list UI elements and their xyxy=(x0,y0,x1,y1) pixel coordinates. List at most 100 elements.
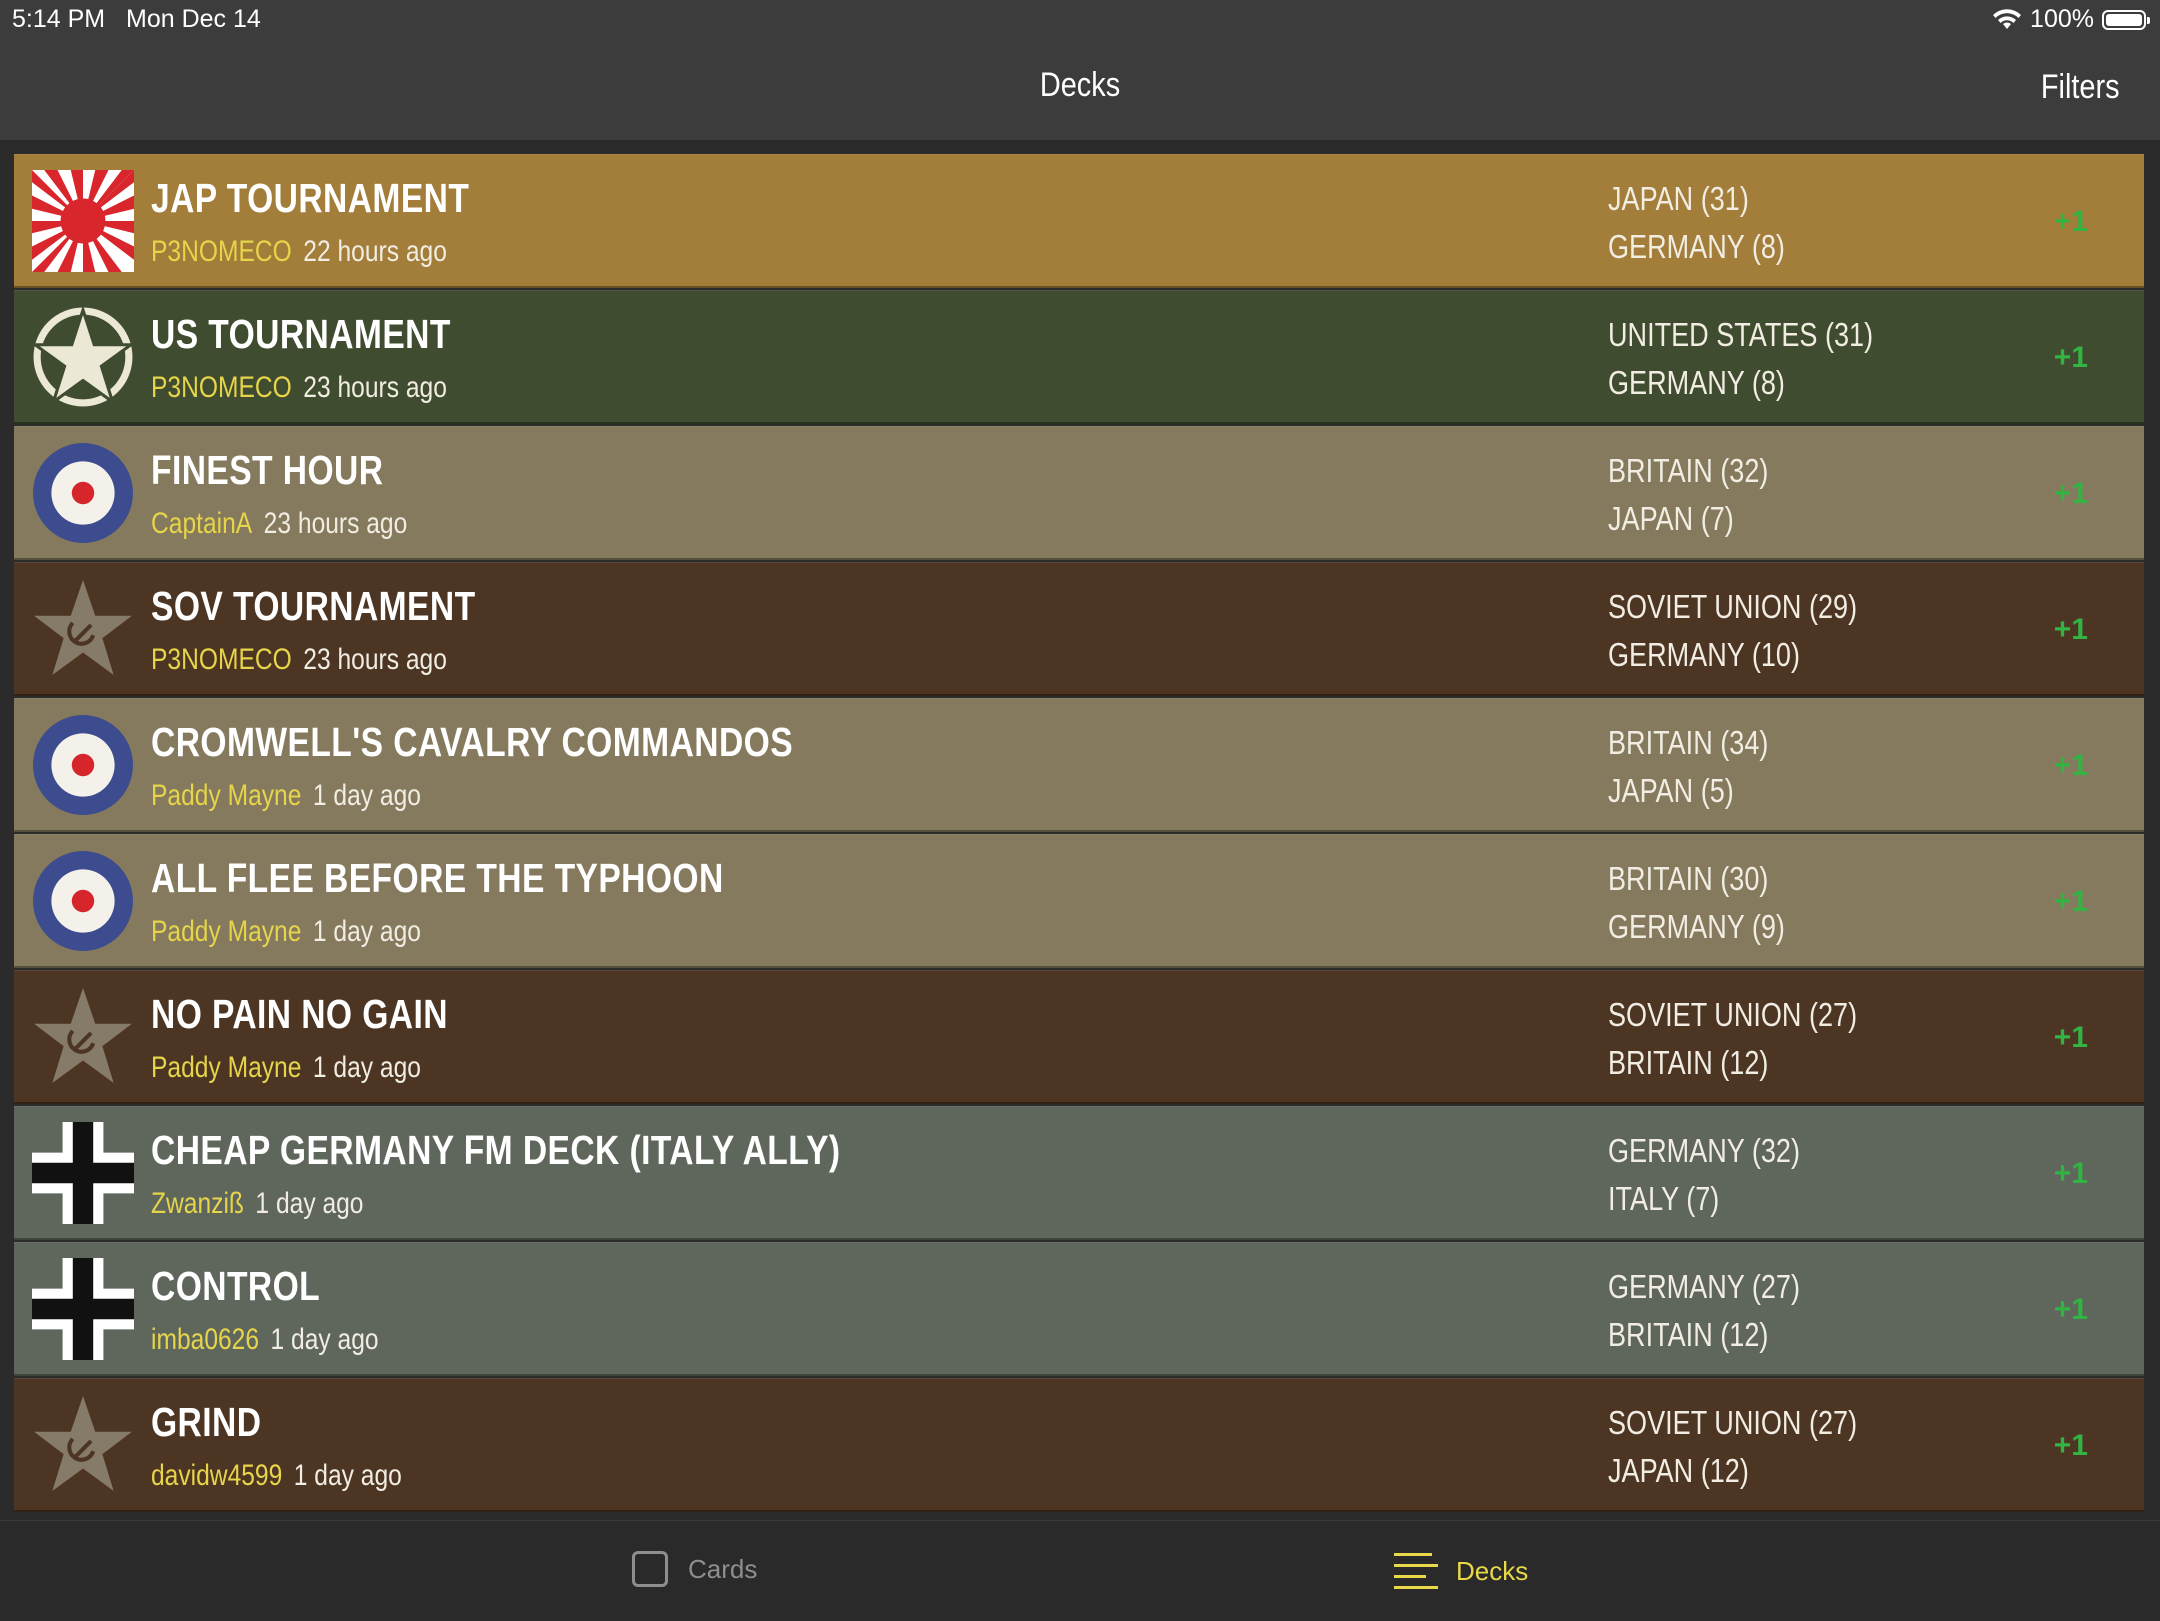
deck-author[interactable]: P3NOMECO xyxy=(151,643,292,676)
deck-age: 23 hours ago xyxy=(303,643,447,676)
vote-count: +1 xyxy=(2053,1429,2088,1462)
deck-meta: P3NOMECO 22 hours ago xyxy=(151,235,447,269)
deck-age: 1 day ago xyxy=(312,1051,421,1084)
deck-name: CHEAP GERMANY FM DECK (ITALY ALLY) xyxy=(151,1127,841,1173)
deck-row[interactable]: FINEST HOUR CaptainA 23 hours ago BRITAIN… xyxy=(14,426,2144,560)
deck-name: SOV TOURNAMENT xyxy=(151,583,476,629)
japan-rising-sun-icon xyxy=(32,170,134,272)
deck-name: ALL FLEE BEFORE THE TYPHOON xyxy=(151,855,724,901)
tab-label: Decks xyxy=(1456,1555,1529,1586)
primary-faction: BRITAIN (34) xyxy=(1608,724,1769,761)
vote-count: +1 xyxy=(2053,1021,2088,1054)
ally-faction: BRITAIN (12) xyxy=(1608,1044,1769,1081)
vote-count: +1 xyxy=(2053,477,2088,510)
deck-row[interactable]: CROMWELL'S CAVALRY COMMANDOS Paddy Mayne… xyxy=(14,698,2144,832)
primary-faction: UNITED STATES (31) xyxy=(1608,316,1874,353)
list-lines-icon xyxy=(1394,1553,1438,1589)
deck-author[interactable]: P3NOMECO xyxy=(151,235,292,268)
deck-name: GRIND xyxy=(151,1399,262,1445)
deck-author[interactable]: Paddy Mayne xyxy=(151,1051,301,1084)
deck-age: 1 day ago xyxy=(270,1323,379,1356)
filters-button[interactable]: Filters xyxy=(2041,68,2120,107)
ally-faction: JAPAN (7) xyxy=(1608,500,1734,537)
tab-label: Cards xyxy=(688,1553,758,1584)
primary-faction: GERMANY (27) xyxy=(1608,1268,1800,1305)
deck-author[interactable]: CaptainA xyxy=(151,507,252,540)
deck-row[interactable]: SOV TOURNAMENT P3NOMECO 23 hours ago SOVI… xyxy=(14,562,2144,696)
deck-meta: davidw4599 1 day ago xyxy=(151,1459,402,1493)
deck-row[interactable]: CONTROL imba0626 1 day ago GERMANY (27) B… xyxy=(14,1242,2144,1376)
ally-faction: GERMANY (9) xyxy=(1608,908,1785,945)
deck-meta: Paddy Mayne 1 day ago xyxy=(151,915,421,949)
navigation-bar: Decks Filters xyxy=(0,40,2160,142)
deck-author[interactable]: P3NOMECO xyxy=(151,371,292,404)
deck-row[interactable]: US TOURNAMENT P3NOMECO 23 hours ago UNITE… xyxy=(14,290,2144,424)
deck-age: 22 hours ago xyxy=(303,235,447,268)
ally-faction: GERMANY (8) xyxy=(1608,364,1785,401)
raf-roundel-icon xyxy=(33,715,133,815)
us-star-icon xyxy=(32,306,134,407)
deck-author[interactable]: Zwanziß xyxy=(151,1187,244,1220)
deck-row[interactable]: NO PAIN NO GAIN Paddy Mayne 1 day ago SOV… xyxy=(14,970,2144,1104)
deck-meta: Paddy Mayne 1 day ago xyxy=(151,1051,421,1085)
deck-meta: CaptainA 23 hours ago xyxy=(151,507,407,541)
deck-row[interactable]: JAP TOURNAMENT P3NOMECO 22 hours ago JAPA… xyxy=(14,154,2144,288)
ally-faction: GERMANY (8) xyxy=(1608,228,1785,265)
deck-author[interactable]: Paddy Mayne xyxy=(151,915,301,948)
german-cross-icon xyxy=(32,1258,134,1360)
raf-roundel-icon xyxy=(33,443,133,543)
deck-name: CONTROL xyxy=(151,1263,321,1309)
deck-meta: P3NOMECO 23 hours ago xyxy=(151,643,447,677)
deck-age: 1 day ago xyxy=(255,1187,364,1220)
german-cross-icon xyxy=(32,1122,134,1224)
deck-factions: BRITAIN (32) JAPAN (7) xyxy=(1608,447,1768,543)
primary-faction: BRITAIN (32) xyxy=(1608,452,1769,489)
vote-count: +1 xyxy=(2053,341,2088,374)
ally-faction: JAPAN (12) xyxy=(1608,1452,1749,1489)
deck-factions: BRITAIN (34) JAPAN (5) xyxy=(1608,719,1768,815)
status-bar: 5:14 PM Mon Dec 14 100% xyxy=(0,0,2160,40)
vote-count: +1 xyxy=(2053,749,2088,782)
deck-name: NO PAIN NO GAIN xyxy=(151,991,448,1037)
tab-decks[interactable]: Decks xyxy=(1394,1551,1528,1591)
square-icon xyxy=(632,1551,668,1587)
deck-meta: P3NOMECO 23 hours ago xyxy=(151,371,447,405)
deck-author[interactable]: Paddy Mayne xyxy=(151,779,301,812)
ally-faction: GERMANY (10) xyxy=(1608,636,1800,673)
deck-name: JAP TOURNAMENT xyxy=(151,175,470,221)
deck-meta: Paddy Mayne 1 day ago xyxy=(151,779,421,813)
deck-age: 23 hours ago xyxy=(303,371,447,404)
deck-factions: GERMANY (32) ITALY (7) xyxy=(1608,1127,1800,1223)
deck-row[interactable]: CHEAP GERMANY FM DECK (ITALY ALLY) Zwanz… xyxy=(14,1106,2144,1240)
deck-name: CROMWELL'S CAVALRY COMMANDOS xyxy=(151,719,794,765)
primary-faction: BRITAIN (30) xyxy=(1608,860,1769,897)
deck-author[interactable]: imba0626 xyxy=(151,1323,259,1356)
deck-factions: JAPAN (31) GERMANY (8) xyxy=(1608,175,1785,271)
deck-row[interactable]: ALL FLEE BEFORE THE TYPHOON Paddy Mayne 1… xyxy=(14,834,2144,968)
deck-factions: SOVIET UNION (27) JAPAN (12) xyxy=(1608,1399,1857,1495)
deck-meta: Zwanziß 1 day ago xyxy=(151,1187,363,1221)
deck-name: FINEST HOUR xyxy=(151,447,384,493)
deck-age: 1 day ago xyxy=(312,915,421,948)
vote-count: +1 xyxy=(2053,1293,2088,1326)
primary-faction: SOVIET UNION (27) xyxy=(1608,996,1858,1033)
battery-percent: 100% xyxy=(2030,5,2094,33)
deck-factions: UNITED STATES (31) GERMANY (8) xyxy=(1608,311,1873,407)
status-date: Mon Dec 14 xyxy=(126,5,261,33)
primary-faction: JAPAN (31) xyxy=(1608,180,1749,217)
raf-roundel-icon xyxy=(33,851,133,951)
soviet-star-icon xyxy=(34,988,132,1083)
deck-row[interactable]: GRIND davidw4599 1 day ago SOVIET UNION (… xyxy=(14,1378,2144,1512)
battery-icon xyxy=(2102,9,2150,30)
wifi-icon xyxy=(1993,8,2022,29)
deck-factions: GERMANY (27) BRITAIN (12) xyxy=(1608,1263,1800,1359)
deck-author[interactable]: davidw4599 xyxy=(151,1459,282,1492)
deck-age: 1 day ago xyxy=(293,1459,402,1492)
soviet-star-icon xyxy=(34,1396,132,1491)
status-indicators: 100% xyxy=(1992,5,2150,34)
deck-list[interactable]: JAP TOURNAMENT P3NOMECO 22 hours ago JAPA… xyxy=(14,154,2144,1520)
deck-factions: SOVIET UNION (27) BRITAIN (12) xyxy=(1608,991,1857,1087)
vote-count: +1 xyxy=(2053,613,2088,646)
deck-meta: imba0626 1 day ago xyxy=(151,1323,379,1357)
tab-cards[interactable]: Cards xyxy=(632,1551,757,1587)
